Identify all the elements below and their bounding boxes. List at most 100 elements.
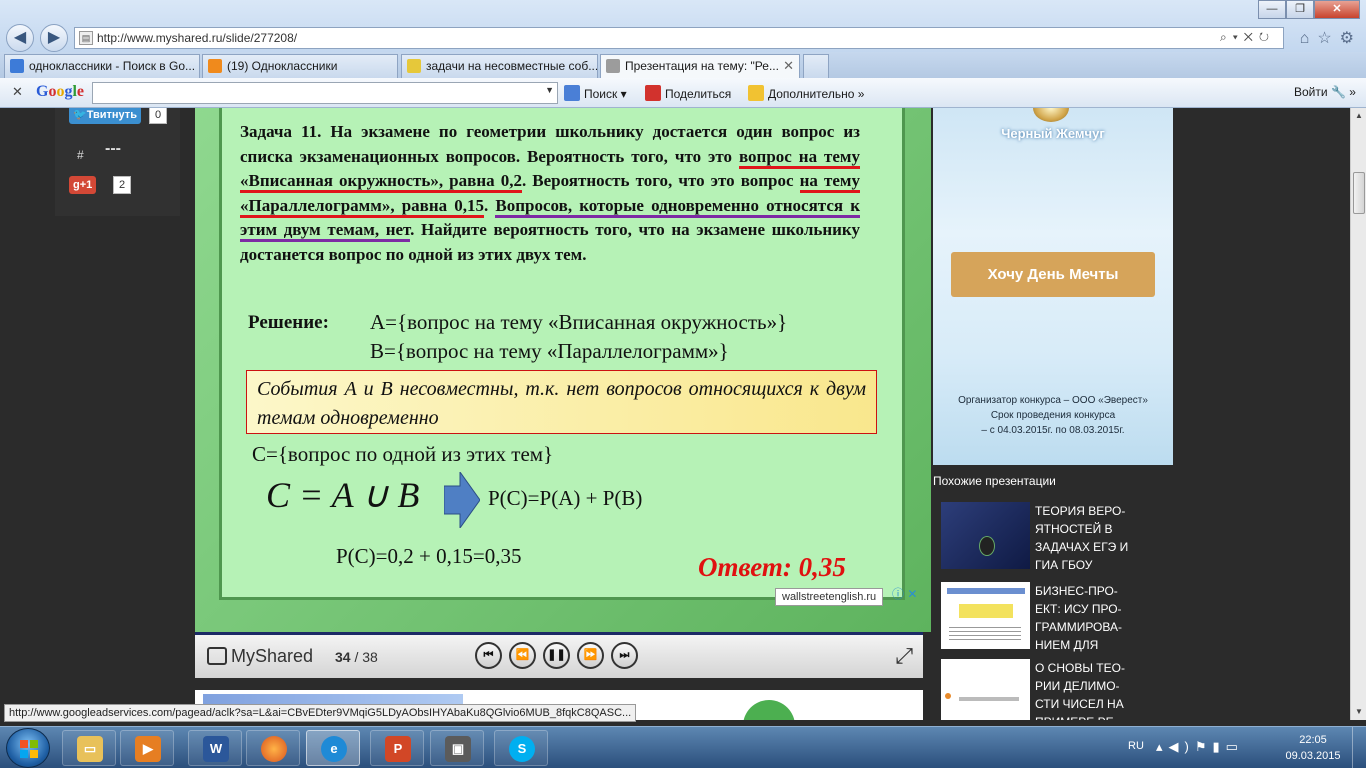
similar-item[interactable]: О СНОВЫ ТЕО-РИИ ДЕЛИМО-СТИ ЧИСЕЛ На прим… — [941, 659, 1141, 720]
thumb-lines — [949, 624, 1021, 642]
toolbar-close-icon[interactable]: ✕ — [12, 84, 23, 100]
forward-button[interactable]: ▶ — [40, 24, 68, 52]
tab-tasks[interactable]: задачи на несовместные соб... — [401, 54, 598, 78]
fullscreen-icon[interactable]: ⤢ — [895, 643, 913, 669]
system-clock[interactable]: 22:05 09.03.2015 — [1284, 732, 1342, 764]
windows-logo-icon — [20, 740, 38, 758]
back-button[interactable]: ◀ — [6, 24, 34, 52]
taskbar-skype[interactable]: S — [494, 730, 548, 766]
taskbar-app[interactable]: ▣ — [430, 730, 484, 766]
close-window-button[interactable]: ✕ — [1314, 0, 1360, 19]
similar-thumbnail[interactable] — [941, 502, 1030, 569]
last-slide-button[interactable]: ⏭ — [611, 642, 638, 669]
doc-favicon-icon — [407, 59, 421, 73]
taskbar-explorer[interactable]: ▭ — [62, 730, 116, 766]
google-favicon-icon — [10, 59, 24, 73]
tab-presentation[interactable]: Презентация на тему: "Ре... ✕ — [600, 54, 800, 78]
union-formula: C = A ∪ B — [266, 475, 420, 515]
toolbar-share-label: Поделиться — [665, 87, 732, 101]
ie-icon: e — [321, 736, 347, 762]
google-toolbar: ✕ Google ▼ Поиск ▾ Поделиться Дополнител… — [0, 78, 1366, 108]
next-slide-button[interactable]: ⏩ — [577, 642, 604, 669]
similar-item[interactable]: БИЗНЕС-ПРО-ЕКТ: ИСУ ПРО-ГРАММИРОВА-НИЕМ … — [941, 582, 1141, 652]
ad-domain-label[interactable]: wallstreetenglish.ru — [775, 588, 884, 606]
google-search-input[interactable]: ▼ — [92, 82, 558, 104]
new-tab-button[interactable] — [803, 54, 829, 78]
taskbar-firefox[interactable] — [246, 730, 300, 766]
scroll-up-icon[interactable]: ▲ — [1351, 108, 1366, 124]
thumb-line — [959, 697, 1019, 701]
toolbar-share-button[interactable]: Поделиться — [645, 85, 731, 101]
tweet-button[interactable]: 🐦Твитнуть — [69, 108, 141, 124]
answer: Ответ: 0,35 — [698, 552, 846, 582]
taskbar-powerpoint[interactable]: P — [370, 730, 424, 766]
similar-item[interactable]: ТЕОРИЯ ВЕРО-ЯТНОСТЕЙ В ЗАДАЧАХ ЕГЭ И ГИА… — [941, 502, 1141, 572]
favorites-star-icon[interactable]: ☆ — [1317, 30, 1339, 47]
volume-icon[interactable]: ◀) — [1169, 739, 1195, 754]
gplus-button[interactable]: g+1 — [69, 176, 97, 194]
taskbar-word[interactable]: W — [188, 730, 242, 766]
wrench-icon[interactable]: 🔧 — [1331, 85, 1346, 99]
similar-thumbnail[interactable] — [941, 582, 1030, 649]
tab-label: (19) Одноклассники — [227, 59, 338, 73]
home-icon[interactable]: ⌂ — [1300, 30, 1318, 47]
vertical-scrollbar[interactable]: ▲ ▼ — [1350, 108, 1366, 720]
prev-slide-button[interactable]: ⏪ — [509, 642, 536, 669]
tab-odnoklassniki-search[interactable]: одноклассники - Поиск в Go... — [4, 54, 200, 78]
presentation-icon — [207, 647, 227, 665]
hash-label: # — [77, 148, 84, 162]
task-text: Задача 11. На экзамене по геометрии школ… — [240, 120, 860, 267]
page-favicon-icon — [606, 59, 620, 73]
taskbar-media-player[interactable]: ▶ — [120, 730, 174, 766]
signin-button[interactable]: Войти 🔧 » — [1294, 85, 1356, 99]
network-icon[interactable]: ▮ — [1213, 739, 1226, 754]
tab-odnoklassniki[interactable]: (19) Одноклассники — [202, 54, 398, 78]
show-desktop-button[interactable] — [1352, 727, 1366, 768]
restore-button[interactable]: ❐ — [1286, 0, 1314, 19]
system-tray[interactable]: ▴◀)⚑▮▭ — [1156, 739, 1244, 755]
tweet-label: Твитнуть — [86, 109, 137, 121]
arrow-right-icon — [444, 472, 480, 528]
address-url[interactable]: http://www.myshared.ru/slide/277208/ — [97, 31, 297, 45]
similar-thumbnail[interactable] — [941, 659, 1030, 720]
similar-text[interactable]: О СНОВЫ ТЕО-РИИ ДЕЛИМО-СТИ ЧИСЕЛ На прим… — [1035, 659, 1135, 720]
pause-button[interactable]: ❚❚ — [543, 642, 570, 669]
address-bar[interactable]: ▤ http://www.myshared.ru/slide/277208/ ⌕… — [74, 27, 1284, 49]
event-b: В={вопрос на тему «Параллелограмм»} — [370, 339, 729, 363]
chevron-down-icon[interactable]: ▼ — [545, 85, 554, 95]
word-icon: W — [203, 736, 229, 762]
toolbar-search-button[interactable]: Поиск ▾ — [564, 85, 627, 101]
power-icon[interactable]: ▭ — [1226, 739, 1244, 754]
ad-brand: Черный Жемчуг — [1001, 126, 1105, 141]
google-logo: Google — [36, 83, 85, 100]
address-controls[interactable]: ⌕▾☓↻ — [1220, 30, 1275, 45]
first-slide-button[interactable]: ⏮ — [475, 642, 502, 669]
myshared-logo: MyShared — [207, 646, 313, 667]
ad-cta-button[interactable]: Хочу День Мечты — [951, 252, 1155, 297]
ad-choices-icon[interactable]: ⓘ ✕ — [892, 585, 917, 602]
thumb-dot — [945, 693, 951, 699]
probability-value: Р(С)=0,2 + 0,15=0,35 — [336, 544, 522, 568]
similar-title: Похожие презентации — [933, 474, 1056, 488]
scroll-down-icon[interactable]: ▼ — [1351, 704, 1366, 720]
ad-banner[interactable]: Черный Жемчуг Хочу День Мечты Организато… — [933, 108, 1173, 465]
start-button[interactable] — [6, 728, 50, 768]
toolbar-search-label: Поиск — [584, 87, 618, 101]
tray-arrow-icon[interactable]: ▴ — [1156, 739, 1169, 754]
gear-icon[interactable]: ⚙ — [1340, 30, 1362, 47]
taskbar-internet-explorer[interactable]: e — [306, 730, 360, 766]
task-fragment: . Вероятность того, что это вопрос — [521, 171, 800, 190]
flag-icon[interactable]: ⚑ — [1195, 739, 1213, 754]
toolbar-more-button[interactable]: Дополнительно » — [748, 85, 864, 101]
app-icon: ▣ — [445, 736, 471, 762]
browser-right-icons[interactable]: ⌂☆⚙ — [1300, 28, 1362, 48]
similar-text[interactable]: БИЗНЕС-ПРО-ЕКТ: ИСУ ПРО-ГРАММИРОВА-НИЕМ … — [1035, 582, 1135, 654]
tab-close-icon[interactable]: ✕ — [783, 55, 794, 77]
similar-text[interactable]: ТЕОРИЯ ВЕРО-ЯТНОСТЕЙ В ЗАДАЧАХ ЕГЭ И ГИА… — [1035, 502, 1135, 574]
figure-graphic — [979, 536, 995, 556]
scroll-thumb[interactable] — [1353, 172, 1365, 214]
player-brand: MyShared — [231, 646, 314, 666]
minimize-button[interactable]: — — [1258, 0, 1286, 19]
language-indicator[interactable]: RU — [1128, 740, 1144, 752]
ad-period-dates: – с 04.03.2015г. по 08.03.2015г. — [981, 425, 1125, 436]
